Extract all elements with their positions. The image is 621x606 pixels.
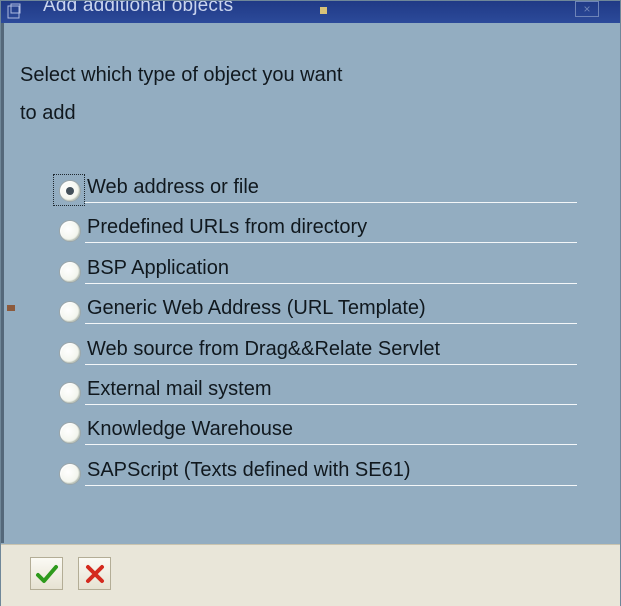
option-drag-relate[interactable]: Web source from Drag&&Relate Servlet xyxy=(53,333,583,373)
title-bar: Add additional objects × xyxy=(1,1,620,23)
option-underline xyxy=(85,403,577,405)
option-external-mail[interactable]: External mail system xyxy=(53,373,583,413)
option-web-address[interactable]: Web address or file xyxy=(53,171,583,211)
instruction-line-1: Select which type of object you want xyxy=(20,64,343,86)
confirm-button[interactable] xyxy=(30,557,63,590)
checkmark-icon xyxy=(35,564,58,583)
cancel-button[interactable] xyxy=(78,557,111,590)
option-underline xyxy=(85,242,577,244)
add-objects-dialog: Add additional objects × Select which ty… xyxy=(0,0,621,606)
close-icon: × xyxy=(583,2,591,16)
radio-knowledge-warehouse[interactable] xyxy=(59,422,81,445)
option-generic-web-address[interactable]: Generic Web Address (URL Template) xyxy=(53,292,583,332)
dialog-title: Add additional objects xyxy=(43,1,234,16)
edge-marker xyxy=(7,305,15,311)
radio-generic-web-address[interactable] xyxy=(59,301,81,324)
dialog-footer xyxy=(1,544,620,606)
option-label: External mail system xyxy=(87,377,272,400)
option-label: Knowledge Warehouse xyxy=(87,418,294,441)
option-underline xyxy=(85,323,577,325)
object-type-options: Web address or file Predefined URLs from… xyxy=(53,171,583,494)
radio-sapscript[interactable] xyxy=(59,462,81,485)
cancel-x-icon xyxy=(85,564,104,583)
option-underline xyxy=(85,202,577,203)
option-underline xyxy=(85,444,577,446)
option-label: Predefined URLs from directory xyxy=(87,216,368,239)
radio-bsp-application[interactable] xyxy=(59,260,81,283)
radio-predefined-urls[interactable] xyxy=(59,220,81,243)
option-knowledge-warehouse[interactable]: Knowledge Warehouse xyxy=(53,413,583,453)
title-mark xyxy=(320,7,327,14)
instruction-text: Select which type of object you want to … xyxy=(20,56,342,132)
option-sapscript[interactable]: SAPScript (Texts defined with SE61) xyxy=(53,454,583,494)
option-label: Web address or file xyxy=(87,176,259,198)
option-underline xyxy=(85,484,577,486)
radio-web-address[interactable] xyxy=(59,180,81,202)
option-label: SAPScript (Texts defined with SE61) xyxy=(87,458,411,481)
close-button[interactable]: × xyxy=(575,1,599,17)
option-predefined-urls[interactable]: Predefined URLs from directory xyxy=(53,211,583,251)
instruction-line-2: to add xyxy=(20,102,76,124)
radio-drag-relate[interactable] xyxy=(59,341,81,364)
option-label: BSP Application xyxy=(87,256,229,279)
radio-external-mail[interactable] xyxy=(59,381,81,404)
option-label: Web source from Drag&&Relate Servlet xyxy=(87,337,441,360)
option-underline xyxy=(85,363,577,365)
option-label: Generic Web Address (URL Template) xyxy=(87,297,426,320)
left-edge xyxy=(1,23,4,543)
window-icon xyxy=(7,3,21,19)
option-underline xyxy=(85,282,577,284)
option-bsp-application[interactable]: BSP Application xyxy=(53,252,583,292)
